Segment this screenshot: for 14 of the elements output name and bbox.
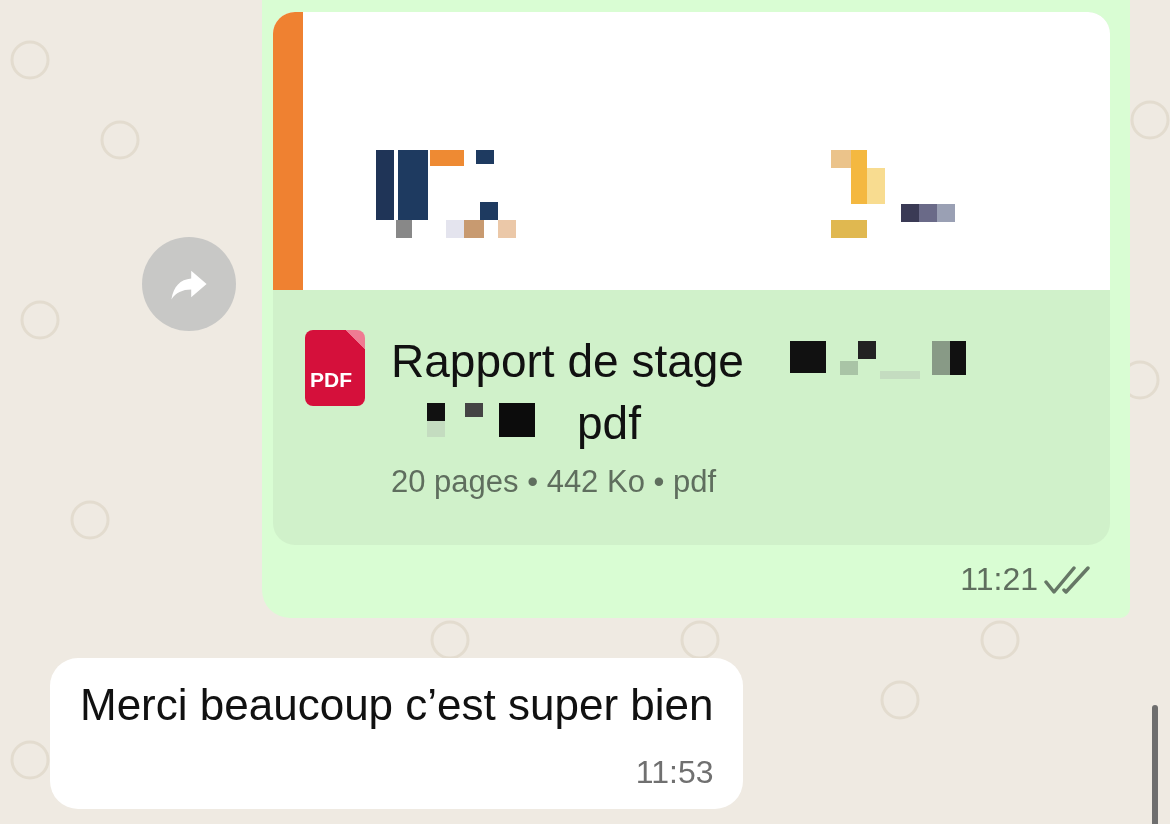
pdf-file-icon: [305, 330, 365, 406]
file-name: Rapport de stage: [391, 334, 744, 388]
ring-doodle: [680, 620, 720, 660]
file-details: 20 pages • 442 Ko • pdf: [391, 464, 718, 500]
ring-doodle: [10, 740, 50, 780]
message-time: 11:53: [635, 754, 714, 791]
scrollbar[interactable]: [1152, 705, 1158, 824]
message-text: Merci beaucoup c’est super bien: [80, 680, 714, 729]
ring-doodle: [430, 620, 470, 660]
document-card[interactable]: PDF Rapport de stage pdf 20 pages • 442 Ko • pdf: [273, 12, 1110, 545]
ring-doodle: [1130, 100, 1170, 140]
message-time: 11:21: [960, 561, 1038, 598]
file-name: pdf: [577, 396, 641, 450]
file-type-label: PDF: [310, 368, 352, 392]
